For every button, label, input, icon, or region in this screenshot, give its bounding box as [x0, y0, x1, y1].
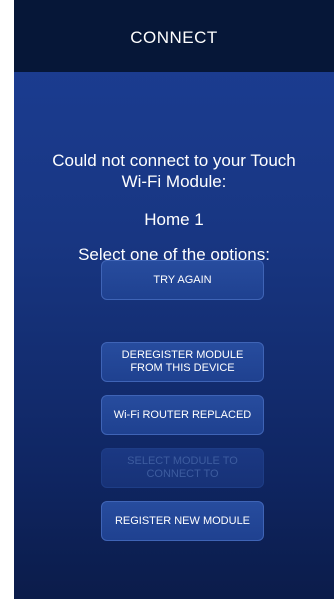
header-bar: CONNECT — [14, 0, 334, 72]
select-module-button: SELECT MODULE TO CONNECT TO — [101, 448, 264, 488]
module-name: Home 1 — [144, 210, 204, 229]
page-title: CONNECT — [130, 28, 218, 47]
error-message: Could not connect to your Touch Wi-Fi Mo… — [14, 150, 334, 192]
connect-screen: CONNECT Could not connect to your Touch … — [14, 0, 334, 599]
router-replaced-button[interactable]: Wi-Fi ROUTER REPLACED — [101, 395, 264, 435]
try-again-button[interactable]: TRY AGAIN — [101, 260, 264, 300]
deregister-module-button[interactable]: DEREGISTER MODULE FROM THIS DEVICE — [101, 342, 264, 382]
register-new-module-button[interactable]: REGISTER NEW MODULE — [101, 501, 264, 541]
error-message-line2: Wi-Fi Module: — [121, 172, 227, 191]
error-message-line1: Could not connect to your Touch — [52, 151, 296, 170]
